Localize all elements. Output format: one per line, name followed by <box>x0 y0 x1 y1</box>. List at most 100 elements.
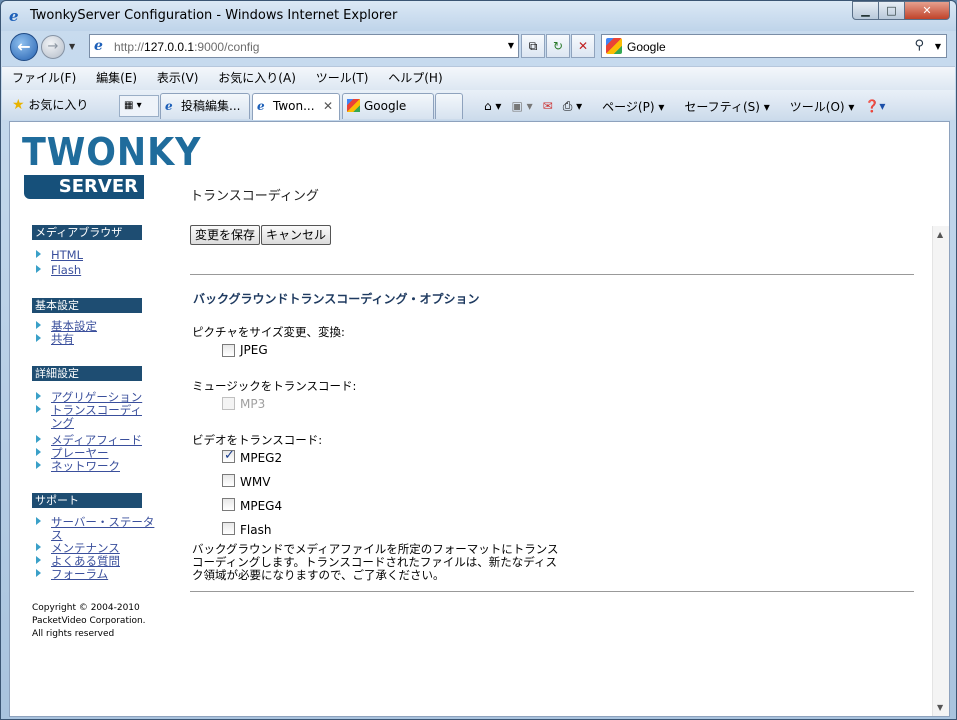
minimize-button[interactable]: ▁ <box>852 1 879 20</box>
page-icon: e <box>94 38 103 54</box>
logo-top-text: TWONKY <box>22 130 202 174</box>
command-bar: ⌂ ▾ ▣ ▾ ✉ ⎙ ▾ ページ(P) ▾ セーフティ(S) ▾ ツール(O)… <box>474 94 885 118</box>
save-button[interactable]: 変更を保存 <box>190 225 261 245</box>
sidebar-link-network[interactable]: ネットワーク <box>36 460 151 473</box>
close-tab-icon[interactable]: ✕ <box>323 94 333 118</box>
checkbox-mpeg4[interactable] <box>222 498 235 511</box>
section-subtitle: バックグラウンドトランスコーディング・オプション <box>193 292 480 306</box>
checkbox-mp3 <box>222 397 235 410</box>
picture-label: ピクチャをサイズ変更、変換: <box>192 325 345 339</box>
navigation-bar: ← → ▼ e http://127.0.0.1:9000/config ▼ ⧉… <box>1 31 956 63</box>
tab-label: Twon... <box>273 99 315 113</box>
video-label: ビデオをトランスコード: <box>192 433 323 447</box>
ie-icon: e <box>257 99 265 113</box>
stop-icon[interactable]: ✕ <box>571 34 595 58</box>
tab-bar: ★ お気に入り ▦ ▾ e 投稿編集... e Twon... ✕ Google ⌂ … <box>2 90 955 120</box>
tools-menu-label: ツール(O) <box>789 99 845 114</box>
menu-edit[interactable]: 編集(E) <box>90 67 143 89</box>
link-label: フォーラム <box>51 567 109 581</box>
tab-post-edit[interactable]: e 投稿編集... <box>160 93 250 119</box>
tab-google[interactable]: Google <box>342 93 434 119</box>
vertical-scrollbar[interactable]: ▲ ▼ <box>932 226 949 716</box>
menu-bar: ファイル(F) 編集(E) 表示(V) お気に入り(A) ツール(T) ヘルプ(… <box>2 66 955 90</box>
home-icon[interactable]: ⌂ ▾ <box>484 99 501 113</box>
print-icon[interactable]: ⎙ ▾ <box>563 99 582 114</box>
menu-view[interactable]: 表示(V) <box>151 67 205 89</box>
link-label: 共有 <box>51 332 74 346</box>
caption-buttons: ▁ □ ✕ <box>852 1 950 21</box>
checkbox-mpeg4-label: MPEG4 <box>240 499 283 513</box>
link-label: HTML <box>51 248 84 262</box>
mail-icon[interactable]: ✉ <box>543 99 553 113</box>
compatibility-view-icon[interactable]: ⧉ <box>521 34 545 58</box>
link-label: トランスコーディング <box>51 403 142 430</box>
favorites-button[interactable]: ★ お気に入り <box>12 96 88 113</box>
back-button[interactable]: ← <box>10 33 38 61</box>
address-dropdown-icon[interactable]: ▼ <box>508 41 514 50</box>
menu-file[interactable]: ファイル(F) <box>6 67 82 89</box>
search-icon[interactable]: ⚲ <box>914 38 924 53</box>
bullet-arrow-icon <box>36 543 41 551</box>
cancel-button[interactable]: キャンセル <box>261 225 332 245</box>
google-icon <box>606 38 622 54</box>
sidebar-link-sharing[interactable]: 共有 <box>36 333 151 346</box>
sidebar-link-flash[interactable]: Flash <box>36 264 151 277</box>
copyright-line: PacketVideo Corporation. <box>32 616 146 626</box>
address-url[interactable]: http://127.0.0.1:9000/config <box>114 40 259 54</box>
window-title: TwonkyServer Configuration - Windows Int… <box>30 8 398 23</box>
page-menu[interactable]: ページ(P) ▾ <box>592 98 664 115</box>
favorites-label: お気に入り <box>28 98 89 112</box>
safety-menu-label: セーフティ(S) <box>684 99 760 114</box>
help-icon[interactable]: ❓▾ <box>864 99 885 113</box>
title-bar: e TwonkyServer Configuration - Windows I… <box>1 1 956 31</box>
scroll-up-icon[interactable]: ▲ <box>937 230 943 239</box>
refresh-icon[interactable]: ↻ <box>546 34 570 58</box>
recent-pages-dropdown-icon[interactable]: ▼ <box>69 42 75 51</box>
ie-icon: e <box>9 7 19 25</box>
section-basic-settings: 基本設定 <box>32 298 142 313</box>
tools-menu[interactable]: ツール(O) ▾ <box>780 98 855 115</box>
search-box[interactable]: Google ⚲ ▼ <box>601 34 947 58</box>
search-options-dropdown-icon[interactable]: ▼ <box>935 42 941 51</box>
section-advanced-settings: 詳細設定 <box>32 366 142 381</box>
bullet-arrow-icon <box>36 321 41 329</box>
checkbox-mpeg2[interactable] <box>222 448 235 463</box>
menu-help[interactable]: ヘルプ(H) <box>382 67 448 89</box>
page-menu-label: ページ(P) <box>602 99 655 114</box>
checkbox-mpeg2-label: MPEG2 <box>240 451 283 465</box>
star-icon: ★ <box>12 97 25 113</box>
quick-tabs-button[interactable]: ▦ ▾ <box>119 95 159 117</box>
divider <box>190 274 914 275</box>
address-bar[interactable]: e http://127.0.0.1:9000/config ▼ <box>89 34 519 58</box>
bullet-arrow-icon <box>36 392 41 400</box>
address-buttons: ⧉ ↻ ✕ <box>521 34 596 58</box>
bullet-arrow-icon <box>36 334 41 342</box>
twonky-logo: TWONKY ™ SERVER <box>22 130 202 202</box>
checkbox-flash[interactable] <box>222 522 235 535</box>
safety-menu[interactable]: セーフティ(S) ▾ <box>674 98 769 115</box>
scroll-down-icon[interactable]: ▼ <box>937 703 943 712</box>
close-button[interactable]: ✕ <box>904 1 950 20</box>
checkbox-jpeg[interactable] <box>222 344 235 357</box>
sidebar-link-html[interactable]: HTML <box>36 249 151 262</box>
browser-window: e TwonkyServer Configuration - Windows I… <box>0 0 957 720</box>
link-label: Flash <box>51 263 82 277</box>
copyright-line: All rights reserved <box>32 629 115 639</box>
bullet-arrow-icon <box>36 405 41 413</box>
forward-button[interactable]: → <box>41 35 65 59</box>
menu-favorites[interactable]: お気に入り(A) <box>212 67 302 89</box>
music-label: ミュージックをトランスコード: <box>192 379 357 393</box>
new-tab-button[interactable] <box>435 93 463 119</box>
bullet-arrow-icon <box>36 435 41 443</box>
feeds-icon[interactable]: ▣ ▾ <box>511 99 532 113</box>
page-content: TWONKY ™ SERVER メディアブラウザ HTML Flash 基本設定… <box>9 121 950 717</box>
sidebar-link-forum[interactable]: フォーラム <box>36 568 151 581</box>
tab-twonky[interactable]: e Twon... ✕ <box>252 93 340 120</box>
checkbox-wmv[interactable] <box>222 474 235 487</box>
sidebar-link-transcoding[interactable]: トランスコーディング <box>36 404 146 430</box>
menu-tools[interactable]: ツール(T) <box>310 67 375 89</box>
bullet-arrow-icon <box>36 461 41 469</box>
maximize-button[interactable]: □ <box>878 1 905 20</box>
copyright: Copyright © 2004-2010 PacketVideo Corpor… <box>32 602 146 641</box>
sidebar-link-server-status[interactable]: サーバー・ステータス <box>36 516 161 542</box>
